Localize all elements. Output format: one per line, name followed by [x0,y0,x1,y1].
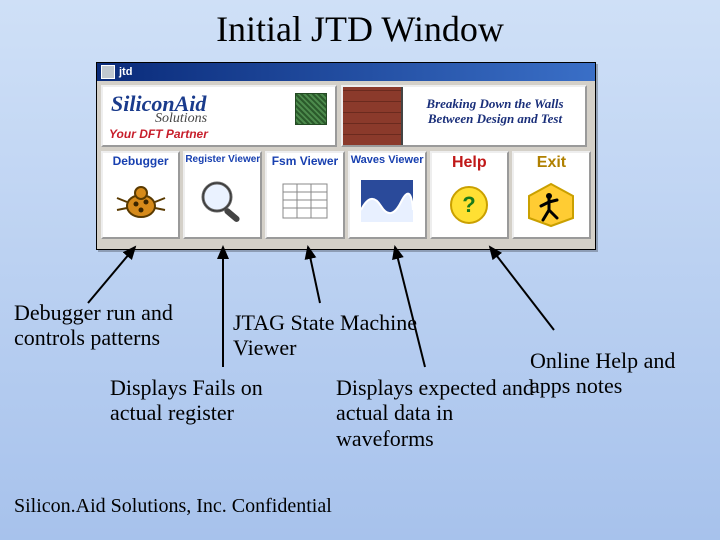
fsm-viewer-button[interactable]: Fsm Viewer [265,151,344,239]
window-title-text: jtd [119,66,132,78]
slide-title: Initial JTD Window [0,0,720,50]
bug-icon [106,169,175,233]
help-button[interactable]: Help ? [430,151,509,239]
annotation-fsm: JTAG State Machine Viewer [233,310,423,361]
debugger-label: Debugger [113,155,169,167]
waves-viewer-button[interactable]: Waves Viewer [348,151,427,239]
help-label: Help [452,155,487,171]
debugger-button[interactable]: Debugger [101,151,180,239]
annotation-regview: Displays Fails on actual register [110,375,310,426]
help-icon: ? [435,173,504,233]
annotation-help: Online Help and apps notes [530,348,710,399]
annotation-waves: Displays expected and actual data in wav… [336,375,536,451]
window-titlebar[interactable]: jtd [97,63,595,81]
window-icon [101,65,115,79]
wave-icon [353,168,422,233]
annotation-debugger: Debugger run and controls patterns [14,300,174,351]
table-icon [270,169,339,233]
register-viewer-button[interactable]: Register Viewer [183,151,262,239]
brand-tagline: Your DFT Partner [109,127,208,141]
chip-icon [295,93,327,125]
exit-button[interactable]: Exit [512,151,591,239]
magnifier-icon [188,167,257,233]
register-viewer-label: Register Viewer [185,155,260,165]
fsm-viewer-label: Fsm Viewer [272,155,338,167]
svg-text:?: ? [463,192,476,217]
waves-viewer-label: Waves Viewer [351,155,424,166]
brand-sub: Solutions [155,111,207,127]
logo-bar: SiliconAid Solutions Your DFT Partner Br… [101,85,591,147]
slogan-text: Breaking Down the Walls Between Design a… [411,97,579,127]
footer-text: Silicon.Aid Solutions, Inc. Confidential [14,495,332,518]
exit-icon [517,173,586,233]
jtd-window: jtd SiliconAid Solutions Your DFT Partne… [96,62,596,250]
logo-panel: SiliconAid Solutions Your DFT Partner [101,85,337,147]
button-bar: Debugger Register Vi [101,151,591,239]
brick-wall-icon [343,87,403,145]
slogan-panel: Breaking Down the Walls Between Design a… [341,85,587,147]
exit-label: Exit [537,155,566,171]
